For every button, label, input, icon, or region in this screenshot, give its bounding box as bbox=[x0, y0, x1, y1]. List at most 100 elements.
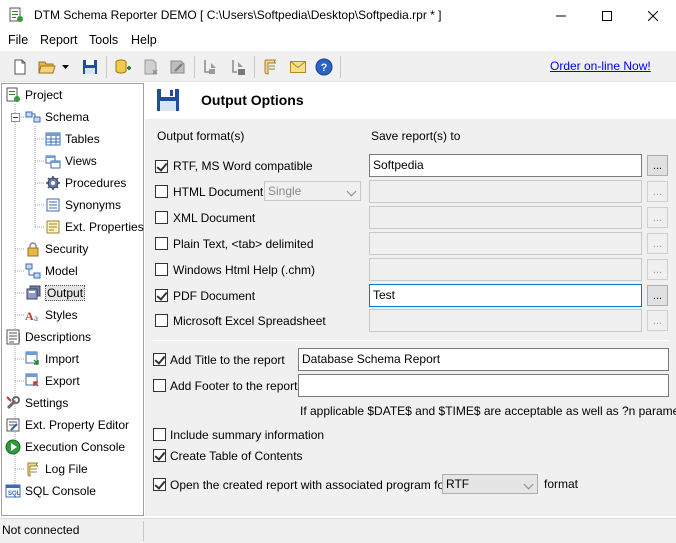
tree-item-output[interactable]: Output bbox=[25, 283, 86, 303]
toolbar: ? Order on-line Now! bbox=[0, 51, 676, 82]
excel-browse-button[interactable]: ... bbox=[647, 310, 668, 331]
tree-item-model[interactable]: Model bbox=[25, 261, 78, 281]
mail-button[interactable] bbox=[287, 56, 309, 78]
add-footer-checkbox[interactable] bbox=[153, 379, 166, 392]
add-object-button[interactable] bbox=[112, 56, 134, 78]
tree-item-project[interactable]: Project bbox=[5, 85, 62, 105]
rtf-label: RTF, MS Word compatible bbox=[173, 159, 313, 173]
filter-add-button[interactable] bbox=[228, 56, 250, 78]
save-icon bbox=[157, 89, 179, 111]
html-browse-button[interactable]: ... bbox=[647, 181, 668, 202]
save-icon bbox=[83, 60, 97, 74]
xml-checkbox[interactable] bbox=[155, 211, 168, 224]
plain-text-path-input[interactable] bbox=[369, 232, 642, 255]
close-button[interactable] bbox=[630, 0, 676, 31]
sql-console-icon: SQL bbox=[5, 484, 21, 498]
open-report-label: Open the created report with associated … bbox=[170, 478, 449, 492]
synonyms-icon bbox=[46, 198, 60, 212]
edit-object-button[interactable] bbox=[167, 56, 189, 78]
tree-item-procedures[interactable]: Procedures bbox=[45, 173, 126, 193]
add-title-label: Add Title to the report bbox=[170, 353, 285, 367]
create-toc-checkbox[interactable] bbox=[153, 449, 166, 462]
output-icon bbox=[26, 285, 41, 300]
order-online-link[interactable]: Order on-line Now! bbox=[550, 59, 651, 73]
excel-checkbox[interactable] bbox=[155, 314, 168, 327]
rtf-browse-button[interactable]: ... bbox=[647, 155, 668, 176]
chevron-down-icon bbox=[346, 186, 357, 197]
rtf-checkbox[interactable] bbox=[155, 160, 168, 173]
views-icon bbox=[45, 155, 61, 169]
open-report-checkbox[interactable] bbox=[153, 478, 166, 491]
menu-bar: File Report Tools Help bbox=[0, 31, 676, 51]
tree-item-security[interactable]: Security bbox=[25, 239, 88, 259]
tree-item-tables[interactable]: Tables bbox=[45, 129, 100, 149]
chm-checkbox[interactable] bbox=[155, 263, 168, 276]
maximize-icon bbox=[602, 10, 612, 21]
tree-item-styles[interactable]: Aa Styles bbox=[25, 305, 78, 325]
svg-text:A: A bbox=[25, 309, 34, 323]
create-toc-label: Create Table of Contents bbox=[170, 449, 303, 463]
html-mode-select[interactable]: Single bbox=[264, 181, 361, 201]
pdf-path-input[interactable]: Test bbox=[369, 284, 642, 307]
tree-item-schema[interactable]: Schema bbox=[25, 107, 89, 127]
open-button[interactable] bbox=[36, 56, 58, 78]
filter-add-icon bbox=[232, 60, 245, 75]
chevron-down-icon bbox=[523, 479, 534, 490]
open-format-select[interactable]: RTF bbox=[442, 474, 538, 494]
open-icon bbox=[38, 61, 56, 74]
tree-item-settings[interactable]: Settings bbox=[5, 393, 68, 413]
add-title-checkbox[interactable] bbox=[153, 353, 166, 366]
tree-item-export[interactable]: Export bbox=[25, 371, 80, 391]
output-options-panel: Output Options Output format(s) Save rep… bbox=[145, 83, 676, 516]
delete-object-button[interactable] bbox=[140, 56, 162, 78]
menu-help[interactable]: Help bbox=[131, 33, 157, 47]
new-icon bbox=[14, 59, 26, 75]
minimize-button[interactable] bbox=[538, 0, 584, 31]
chm-browse-button[interactable]: ... bbox=[647, 259, 668, 280]
tree-item-log-file[interactable]: Log File bbox=[25, 459, 88, 479]
script-icon bbox=[264, 59, 277, 75]
new-button[interactable] bbox=[9, 56, 31, 78]
filter-button[interactable] bbox=[200, 56, 222, 78]
tree-item-views[interactable]: Views bbox=[45, 151, 97, 171]
rtf-path-input[interactable]: Softpedia bbox=[369, 154, 642, 177]
xml-browse-button[interactable]: ... bbox=[647, 207, 668, 228]
plain-text-checkbox[interactable] bbox=[155, 237, 168, 250]
menu-tools[interactable]: Tools bbox=[89, 33, 118, 47]
open-dropdown-button[interactable] bbox=[59, 56, 71, 78]
pdf-checkbox[interactable] bbox=[155, 289, 168, 302]
mail-icon bbox=[290, 61, 306, 73]
menu-file[interactable]: File bbox=[8, 33, 28, 47]
menu-report[interactable]: Report bbox=[40, 33, 78, 47]
tree-item-descriptions[interactable]: Descriptions bbox=[5, 327, 91, 347]
tree-item-import[interactable]: Import bbox=[25, 349, 79, 369]
parameters-note: If applicable $DATE$ and $TIME$ are acce… bbox=[300, 404, 676, 418]
tree-item-execution-console[interactable]: Execution Console bbox=[5, 437, 125, 457]
plain-text-browse-button[interactable]: ... bbox=[647, 233, 668, 254]
script-button[interactable] bbox=[260, 56, 282, 78]
report-footer-input[interactable] bbox=[298, 374, 669, 397]
tree-item-synonyms[interactable]: Synonyms bbox=[45, 195, 121, 215]
xml-label: XML Document bbox=[173, 211, 256, 225]
tree-item-sql-console[interactable]: SQL SQL Console bbox=[5, 481, 96, 501]
help-button[interactable]: ? bbox=[313, 56, 335, 78]
model-icon bbox=[25, 263, 41, 279]
report-title-input[interactable]: Database Schema Report bbox=[298, 348, 669, 371]
save-button[interactable] bbox=[79, 56, 101, 78]
export-icon bbox=[25, 373, 39, 387]
delete-object-icon bbox=[144, 59, 158, 75]
tree-item-ext-property-editor[interactable]: Ext. Property Editor bbox=[5, 415, 129, 435]
procedures-icon bbox=[46, 176, 60, 190]
open-format-value: RTF bbox=[446, 477, 470, 491]
schema-collapse-toggle[interactable] bbox=[11, 113, 20, 122]
excel-path-input[interactable] bbox=[369, 309, 642, 332]
html-path-input[interactable] bbox=[369, 180, 642, 203]
format-suffix-label: format bbox=[544, 477, 579, 491]
maximize-button[interactable] bbox=[584, 0, 630, 31]
html-checkbox[interactable] bbox=[155, 185, 168, 198]
include-summary-checkbox[interactable] bbox=[153, 428, 166, 441]
tree-item-ext-properties[interactable]: Ext. Properties bbox=[45, 217, 144, 237]
pdf-browse-button[interactable]: ... bbox=[647, 285, 668, 306]
xml-path-input[interactable] bbox=[369, 206, 642, 229]
chm-path-input[interactable] bbox=[369, 258, 642, 281]
